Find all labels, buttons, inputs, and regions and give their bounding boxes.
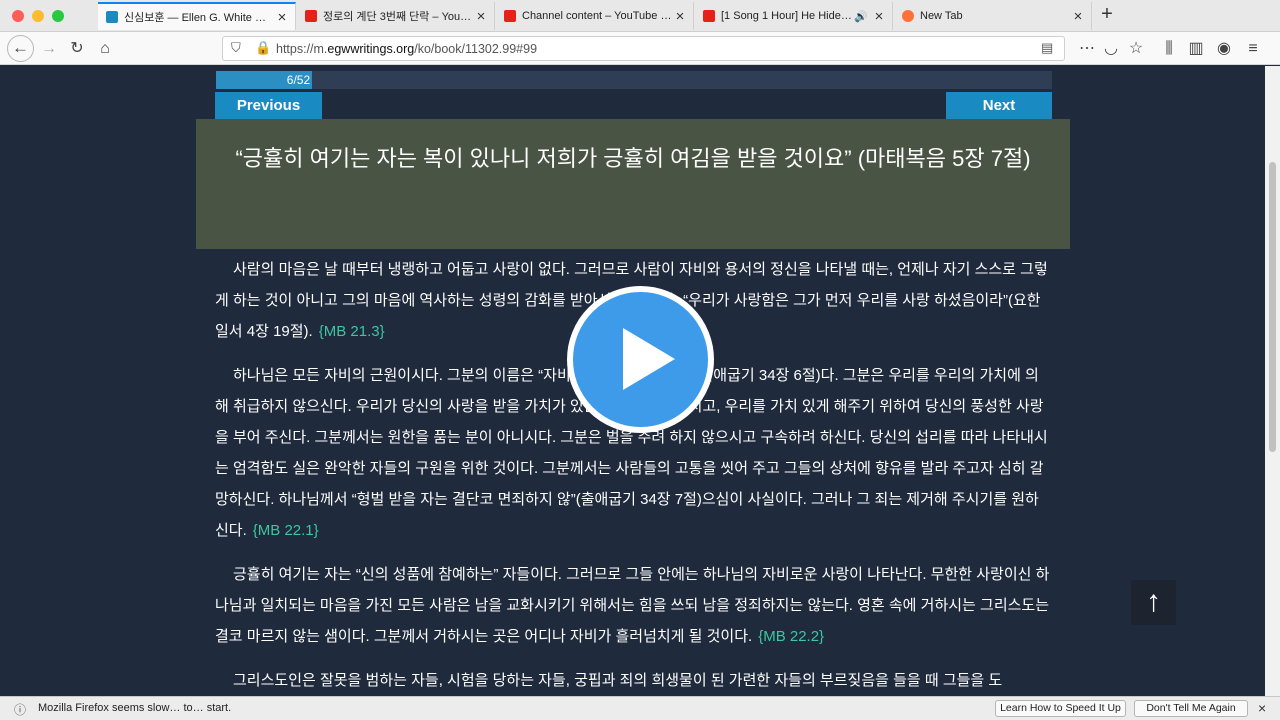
next-button[interactable]: Next — [946, 92, 1052, 119]
new-tab-button[interactable]: + — [1096, 4, 1118, 26]
progress-fill: 6/52 — [216, 71, 313, 89]
previous-button[interactable]: Previous — [215, 92, 322, 119]
egw-favicon-icon — [106, 11, 118, 23]
url-text: https://m.egwwritings.org/ko/book/11302.… — [276, 42, 538, 56]
play-icon — [623, 328, 675, 390]
youtube-favicon-icon — [305, 10, 317, 22]
page-content: 6/52 Previous Next “긍휼히 여기는 자는 복이 있나니 저희… — [0, 66, 1265, 696]
page-actions-icon[interactable]: ⋯ — [1074, 36, 1100, 62]
reload-button[interactable]: ↻ — [64, 36, 90, 62]
reference-link[interactable]: {MB 22.2} — [758, 628, 824, 645]
tab-egw[interactable]: 신심보훈 — Ellen G. White Writings × — [98, 2, 296, 30]
firefox-favicon-icon — [902, 10, 914, 22]
tab-title: Channel content – YouTube Studio — [522, 10, 673, 22]
scrollbar-thumb[interactable] — [1269, 162, 1276, 452]
tab-title: 신심보훈 — Ellen G. White Writings — [124, 12, 275, 24]
reference-link[interactable]: {MB 21.3} — [319, 323, 385, 340]
close-tab-icon[interactable]: × — [275, 9, 289, 26]
close-tab-icon[interactable]: × — [474, 8, 488, 25]
paragraph-text: 그리스도인은 잘못을 범하는 자들, 시험을 당하는 자들, 궁핍과 죄의 희생… — [233, 672, 1003, 689]
tab-youtube-song[interactable]: [1 Song 1 Hour] He Hideth My Soul 🔊 × — [695, 2, 893, 30]
lock-icon[interactable]: 🔒 — [255, 40, 271, 56]
close-notification-icon[interactable]: × — [1258, 700, 1266, 716]
close-window-button[interactable] — [12, 10, 24, 22]
minimize-window-button[interactable] — [32, 10, 44, 22]
bookmark-star-icon[interactable]: ☆ — [1123, 36, 1149, 62]
back-button[interactable]: ← — [7, 35, 34, 62]
pocket-icon[interactable]: ◡ — [1098, 36, 1124, 62]
tab-new-tab[interactable]: New Tab × — [894, 2, 1092, 30]
youtube-favicon-icon — [504, 10, 516, 22]
slow-startup-notification: ⓘ Mozilla Firefox seems slow… to… start.… — [0, 696, 1280, 720]
paragraph-text: 긍휼히 여기는 자는 “신의 성품에 참예하는” 자들이다. 그러므로 그들 안… — [215, 566, 1050, 645]
menu-icon[interactable]: ≡ — [1240, 36, 1266, 62]
learn-speed-up-button[interactable]: Learn How to Speed It Up — [995, 700, 1126, 717]
tab-title: 정로의 계단 3번째 단락 – YouTube — [323, 11, 474, 23]
paragraph: 그리스도인은 잘못을 범하는 자들, 시험을 당하는 자들, 궁핍과 죄의 희생… — [215, 665, 1051, 696]
dont-tell-again-button[interactable]: Don't Tell Me Again — [1134, 700, 1248, 717]
forward-button[interactable]: → — [36, 36, 62, 62]
tab-title: New Tab — [920, 10, 963, 22]
reader-view-icon[interactable]: ▤ — [1041, 40, 1053, 56]
nav-bar: ← → ↻ ⌂ ⛉ 🔒 https://m.egwwritings.org/ko… — [0, 32, 1280, 65]
home-button[interactable]: ⌂ — [92, 36, 118, 62]
zoom-window-button[interactable] — [52, 10, 64, 22]
close-tab-icon[interactable]: × — [1071, 8, 1085, 25]
video-play-button[interactable] — [567, 286, 714, 433]
shield-icon[interactable]: ⛉ — [231, 40, 241, 56]
close-tab-icon[interactable]: × — [673, 8, 687, 25]
reading-progress-bar: 6/52 — [216, 71, 1052, 89]
chapter-quote: “긍휼히 여기는 자는 복이 있나니 저희가 긍휼히 여김을 받을 것이요” (… — [196, 119, 1070, 249]
speaker-icon[interactable]: 🔊 — [854, 10, 868, 23]
url-bar[interactable]: ⛉ 🔒 https://m.egwwritings.org/ko/book/11… — [222, 36, 1065, 61]
account-icon[interactable]: ◉ — [1211, 36, 1237, 62]
sidebar-icon[interactable]: ▥ — [1183, 36, 1209, 62]
reference-link[interactable]: {MB 22.1} — [253, 522, 319, 539]
tab-title: [1 Song 1 Hour] He Hideth My Soul — [721, 10, 854, 22]
library-icon[interactable]: ⫼ — [1156, 36, 1182, 62]
close-tab-icon[interactable]: × — [872, 8, 886, 25]
youtube-favicon-icon — [703, 10, 715, 22]
scroll-to-top-button[interactable]: ↑ — [1131, 580, 1176, 625]
notification-message: Mozilla Firefox seems slow… to… start. — [38, 702, 232, 714]
tab-bar: 신심보훈 — Ellen G. White Writings × 정로의 계단 … — [0, 0, 1280, 32]
tab-youtube-studio[interactable]: Channel content – YouTube Studio × — [496, 2, 694, 30]
tab-youtube-1[interactable]: 정로의 계단 3번째 단락 – YouTube × — [297, 2, 495, 30]
paragraph: 긍휼히 여기는 자는 “신의 성품에 참예하는” 자들이다. 그러므로 그들 안… — [215, 559, 1051, 652]
page-scrollbar[interactable] — [1265, 66, 1280, 696]
info-icon: ⓘ — [14, 703, 27, 717]
